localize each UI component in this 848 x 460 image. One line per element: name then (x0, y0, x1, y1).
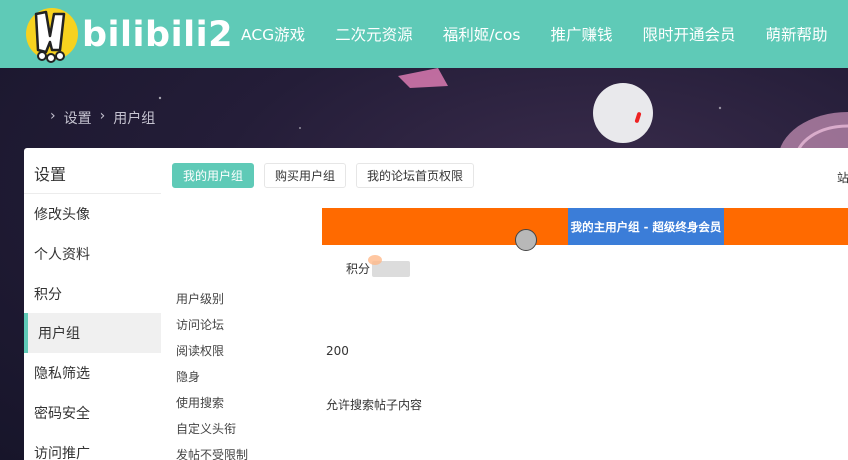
sidebar-item-avatar[interactable]: 修改头像 (24, 194, 161, 234)
breadcrumb-settings[interactable]: 设置 (64, 108, 92, 128)
site-logo[interactable]: bilibili2 (24, 6, 233, 64)
logo-text: bilibili2 (82, 15, 233, 55)
tab-my-usergroup[interactable]: 我的用户组 (172, 163, 255, 188)
sidebar-item-referral[interactable]: 访问推广 (24, 433, 161, 460)
points-label: 积分 (346, 262, 371, 276)
settings-sidebar: 设置 修改头像 个人资料 积分 用户组 隐私筛选 密码安全 访问推广 (24, 148, 161, 460)
settings-panel: 设置 修改头像 个人资料 积分 用户组 隐私筛选 密码安全 访问推广 我的用户组… (24, 148, 848, 460)
nav-cos[interactable]: 福利姬/cos (443, 23, 521, 45)
sidebar-item-privacy[interactable]: 隐私筛选 (24, 353, 161, 393)
label-visit-forum: 访问论坛 (176, 318, 225, 332)
points-row: 积分 (346, 255, 411, 277)
nav-help[interactable]: 萌新帮助 (766, 23, 828, 45)
cursor-indicator (515, 229, 537, 251)
nav-promote[interactable]: 推广赚钱 (551, 23, 613, 45)
points-highlight (368, 255, 382, 265)
read-permission-value: 200 (326, 344, 349, 358)
breadcrumb-separator: › (50, 108, 56, 124)
label-user-level: 用户级别 (176, 292, 225, 306)
breadcrumb-usergroup[interactable]: 用户组 (113, 108, 155, 128)
mascot-logo-icon (26, 8, 78, 63)
tab-buy-usergroup[interactable]: 购买用户组 (264, 163, 347, 188)
nav-anime-resources[interactable]: 二次元资源 (335, 23, 413, 45)
permission-labels: 用户级别 访问论坛 阅读权限 隐身 使用搜索 自定义头衔 发帖不受限制 (176, 291, 248, 460)
label-read-permission: 阅读权限 (176, 344, 225, 358)
main-nav: ACG游戏 二次元资源 福利姬/cos 推广赚钱 限时开通会员 萌新帮助 (226, 0, 843, 68)
site-label-fragment[interactable]: 站 (837, 169, 848, 186)
main-usergroup-banner: 我的主用户组 - 超级终身会员 (322, 208, 848, 245)
breadcrumb: › 设置 › 用户组 (50, 108, 155, 128)
label-custom-title: 自定义头衔 (176, 422, 237, 436)
nav-vip[interactable]: 限时开通会员 (643, 23, 736, 45)
label-invisible: 隐身 (176, 370, 201, 384)
sidebar-item-profile[interactable]: 个人资料 (24, 234, 161, 274)
search-permission-value: 允许搜索帖子内容 (326, 398, 423, 412)
breadcrumb-separator: › (99, 108, 106, 124)
tab-forum-permissions[interactable]: 我的论坛首页权限 (356, 163, 475, 188)
label-unlimited-posting: 发帖不受限制 (176, 448, 249, 460)
user-avatar[interactable] (593, 83, 653, 143)
sidebar-item-usergroup[interactable]: 用户组 (24, 313, 161, 353)
sidebar-item-password[interactable]: 密码安全 (24, 393, 161, 433)
top-navbar: bilibili2 ACG游戏 二次元资源 福利姬/cos 推广赚钱 限时开通会… (0, 0, 848, 68)
label-use-search: 使用搜索 (176, 396, 225, 410)
sidebar-title: 设置 (34, 165, 67, 184)
main-usergroup-label: 我的主用户组 - 超级终身会员 (568, 208, 724, 245)
nav-acg-games[interactable]: ACG游戏 (241, 23, 305, 45)
sidebar-item-points[interactable]: 积分 (24, 274, 161, 314)
usergroup-tabs: 我的用户组 购买用户组 我的论坛首页权限 (172, 163, 475, 188)
